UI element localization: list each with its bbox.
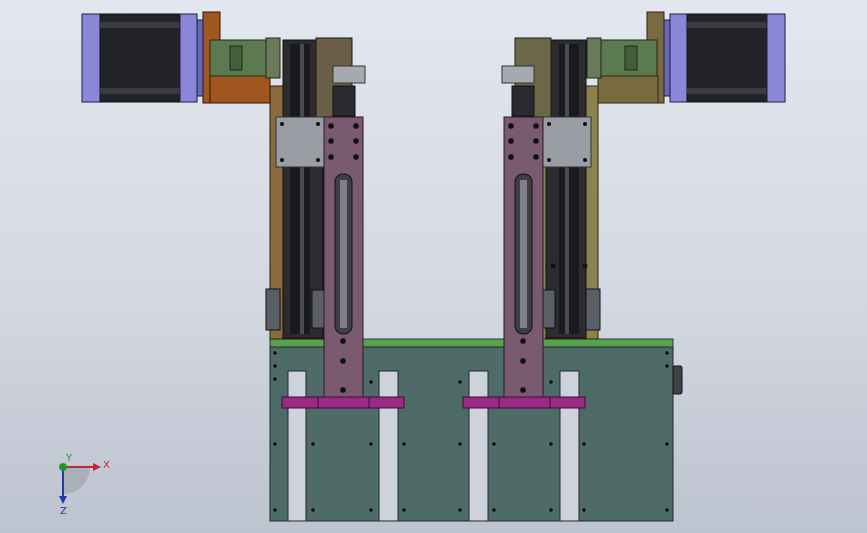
cad-viewport[interactable]: X Y Z xyxy=(0,0,867,533)
reference-triad: X Y Z xyxy=(59,453,110,517)
right-motor xyxy=(663,13,786,103)
left-motor xyxy=(81,13,204,103)
x-axis-label: X xyxy=(103,460,110,471)
z-axis-label: Z xyxy=(60,506,67,517)
triad-origin-y xyxy=(59,463,67,471)
y-axis-label: Y xyxy=(65,453,73,464)
